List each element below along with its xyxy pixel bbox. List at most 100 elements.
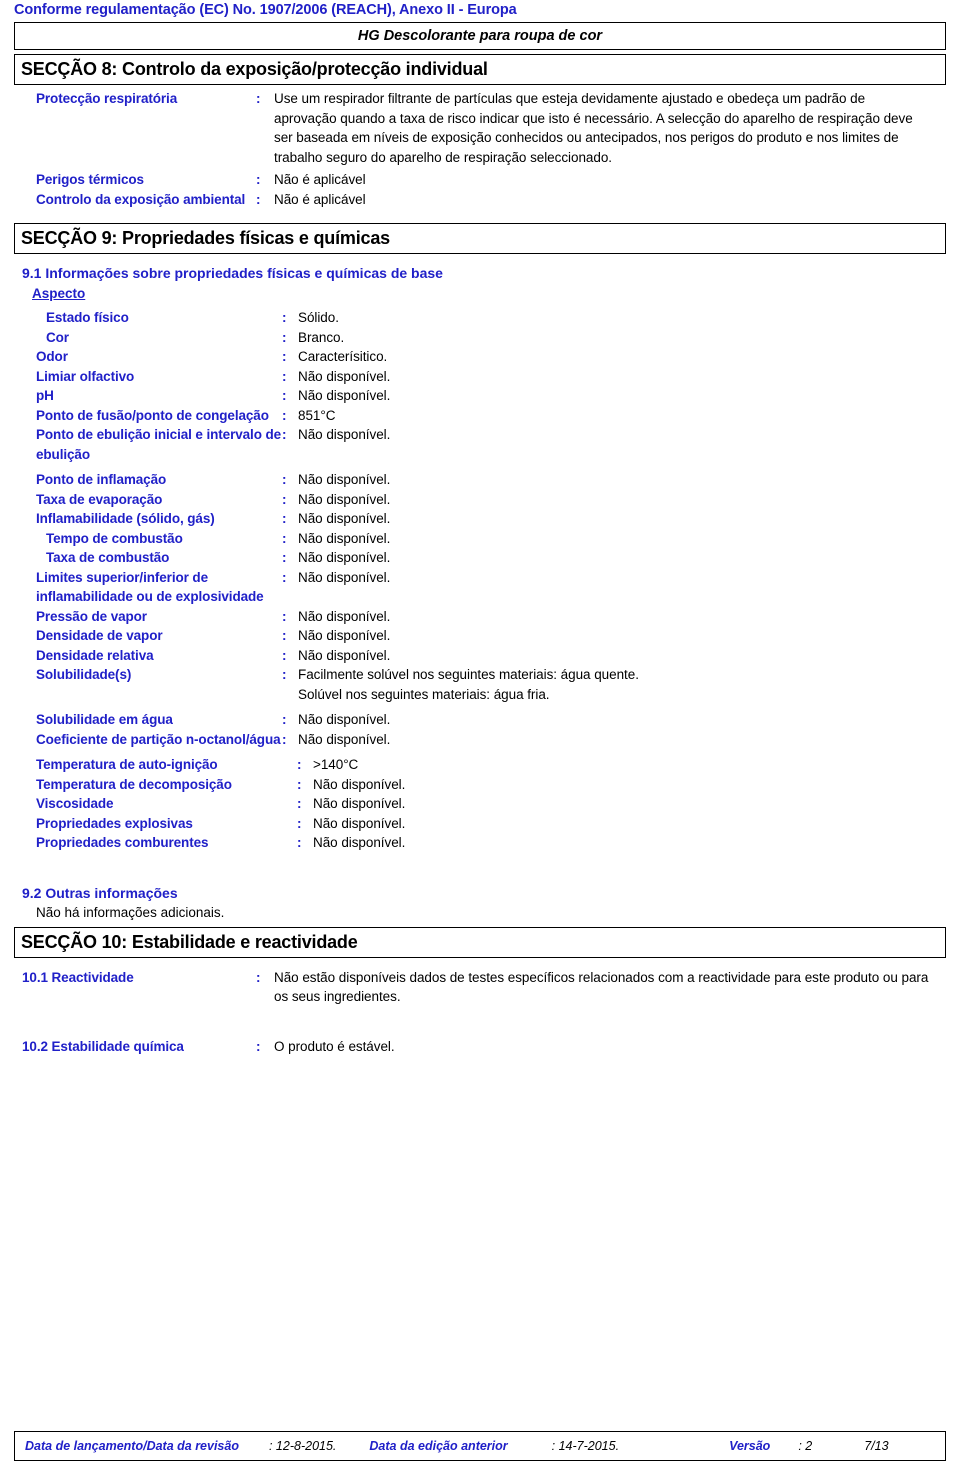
- table-row: Perigos térmicos : Não é aplicável: [14, 170, 946, 190]
- row-value: Não disponível.: [298, 569, 391, 585]
- row-colon: :: [282, 530, 287, 546]
- row-colon: :: [282, 407, 287, 423]
- table-row: Cor : Branco.: [14, 328, 946, 348]
- row-colon: :: [282, 329, 287, 345]
- row-colon: :: [297, 776, 302, 792]
- row-colon: :: [282, 608, 287, 624]
- product-name-box: HG Descolorante para roupa de cor: [14, 22, 946, 50]
- section-10-header: SECÇÃO 10: Estabilidade e reactividade: [14, 926, 946, 958]
- row-label: 10.1 Reactividade: [22, 969, 134, 985]
- table-row: Temperatura de auto-ignição : >140°C: [14, 755, 946, 775]
- subsection-9-2-note: Não há informações adicionais.: [36, 904, 225, 920]
- row-label: Solubilidade(s): [36, 667, 132, 682]
- row-colon: :: [282, 472, 287, 487]
- row-value: Não disponível.: [298, 368, 391, 384]
- section-10-title: SECÇÃO 10: Estabilidade e reactividade: [21, 931, 358, 952]
- row-value: Facilmente solúvel nos seguintes materia…: [298, 665, 946, 704]
- table-row: Taxa de combustão : Não disponível.: [14, 548, 946, 568]
- table-row: Limites superior/inferior de inflamabili…: [14, 568, 946, 607]
- section-9-properties: Estado físico : Sólido. Cor : Branco. Od…: [14, 308, 946, 853]
- row-value: Não disponível.: [298, 530, 391, 546]
- row-colon: :: [282, 368, 287, 384]
- row-value: Não disponível.: [298, 628, 391, 643]
- subsection-9-1-heading: 9.1 Informações sobre propriedades físic…: [22, 265, 443, 281]
- section-9-header: SECÇÃO 9: Propriedades físicas e química…: [14, 223, 946, 254]
- row-label: Inflamabilidade (sólido, gás): [36, 511, 215, 526]
- table-row: Temperatura de decomposição : Não dispon…: [14, 775, 946, 795]
- table-row: Taxa de evaporação : Não disponível.: [14, 490, 946, 510]
- row-colon: :: [282, 388, 287, 403]
- row-colon: :: [297, 757, 302, 772]
- table-row: 10.1 Reactividade : Não estão disponívei…: [14, 968, 946, 1007]
- footer-box: Data de lançamento/Data da revisão : 12-…: [14, 1431, 946, 1461]
- section-10-rows: 10.1 Reactividade : Não estão disponívei…: [14, 968, 946, 1057]
- table-row: Propriedades explosivas : Não disponível…: [14, 814, 946, 834]
- row-value: 851°C: [298, 407, 336, 423]
- table-row: Solubilidade em água : Não disponível.: [14, 710, 946, 730]
- row-label: Taxa de combustão: [46, 550, 170, 565]
- footer-version-value: : 2: [798, 1439, 813, 1453]
- row-value: Não disponível.: [313, 776, 406, 792]
- row-label: Viscosidade: [36, 796, 114, 811]
- footer-issue-label: Data de lançamento/Data da revisão: [25, 1439, 239, 1453]
- page-footer: Data de lançamento/Data da revisão : 12-…: [14, 1431, 946, 1461]
- row-label: Limiar olfactivo: [36, 368, 135, 384]
- row-label: Taxa de evaporação: [36, 491, 163, 507]
- table-row: Odor : Caracterísitico.: [14, 347, 946, 367]
- table-row: Densidade de vapor : Não disponível.: [14, 626, 946, 646]
- row-label: Perigos térmicos: [36, 172, 144, 187]
- row-value: Não disponível.: [313, 835, 406, 850]
- row-colon: :: [282, 667, 287, 682]
- row-colon: :: [282, 310, 287, 325]
- footer-version-label: Versão: [729, 1439, 771, 1453]
- row-value: Não disponível.: [298, 608, 391, 624]
- row-value-line-2: Solúvel nos seguintes materiais: água fr…: [298, 686, 550, 702]
- row-value: Não disponível.: [298, 712, 391, 727]
- row-label: Cor: [46, 329, 69, 345]
- row-label: Temperatura de auto-ignição: [36, 757, 218, 772]
- row-colon: :: [297, 796, 302, 811]
- table-row: pH : Não disponível.: [14, 386, 946, 406]
- row-value: Não é aplicável: [274, 172, 366, 187]
- row-label: Propriedades explosivas: [36, 815, 193, 831]
- row-colon: :: [256, 91, 261, 106]
- table-row: Estado físico : Sólido.: [14, 308, 946, 328]
- row-label: Estado físico: [46, 310, 129, 325]
- row-label: Pressão de vapor: [36, 608, 147, 624]
- row-spacer: [14, 1007, 946, 1037]
- row-value: Branco.: [298, 329, 345, 345]
- section-8-title: SECÇÃO 8: Controlo da exposição/protecçã…: [21, 59, 488, 79]
- table-row: Solubilidade(s) : Facilmente solúvel nos…: [14, 665, 946, 704]
- table-row: Pressão de vapor : Não disponível.: [14, 607, 946, 627]
- table-row: Propriedades comburentes : Não disponíve…: [14, 833, 946, 853]
- row-value: O produto é estável.: [274, 1038, 395, 1054]
- row-value: Não estão disponíveis dados de testes es…: [274, 969, 929, 1005]
- row-colon: :: [282, 647, 287, 663]
- row-value-line-1: Facilmente solúvel nos seguintes materia…: [298, 667, 639, 682]
- row-colon: :: [282, 712, 287, 727]
- row-value: Caracterísitico.: [298, 349, 388, 364]
- row-colon: :: [256, 1038, 261, 1054]
- footer-previous-value: : 14-7-2015.: [551, 1439, 620, 1453]
- row-label: 10.2 Estabilidade química: [22, 1038, 184, 1054]
- row-label: Solubilidade em água: [36, 712, 173, 727]
- table-row: Tempo de combustão : Não disponível.: [14, 529, 946, 549]
- row-value: Sólido.: [298, 310, 339, 325]
- subsection-9-2-heading: 9.2 Outras informações: [22, 884, 178, 901]
- table-row: Ponto de fusão/ponto de congelação : 851…: [14, 406, 946, 426]
- row-value: Não disponível.: [298, 491, 391, 507]
- aspecto-label: Aspecto: [32, 286, 86, 301]
- row-label: Temperatura de decomposição: [36, 776, 232, 792]
- row-value: Não disponível.: [298, 388, 391, 403]
- row-value: Não disponível.: [298, 472, 391, 487]
- table-row: 10.2 Estabilidade química : O produto é …: [14, 1037, 946, 1057]
- document-page: Conforme regulamentação (EC) No. 1907/20…: [0, 0, 960, 1473]
- table-row: Ponto de ebulição inicial e intervalo de…: [14, 425, 946, 464]
- row-value: Use um respirador filtrante de partícula…: [274, 91, 913, 165]
- row-label: Limites superior/inferior de inflamabili…: [36, 569, 264, 605]
- table-row: Ponto de inflamação : Não disponível.: [14, 470, 946, 490]
- table-row: Viscosidade : Não disponível.: [14, 794, 946, 814]
- section-8-rows: Protecção respiratória : Use um respirad…: [14, 89, 946, 209]
- table-row: Densidade relativa : Não disponível.: [14, 646, 946, 666]
- row-colon: :: [297, 835, 302, 850]
